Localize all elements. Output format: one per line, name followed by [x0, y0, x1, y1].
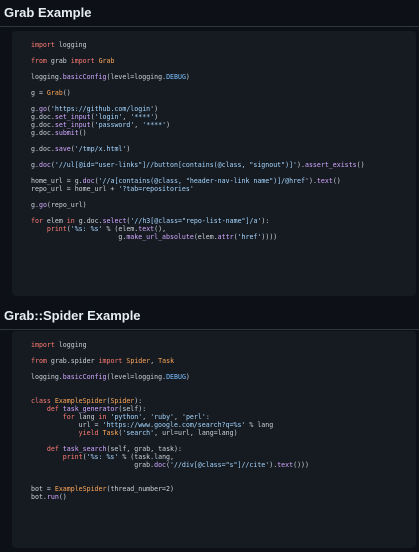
section-heading-grab-example: Grab Example	[0, 5, 419, 27]
code-grab-example: import logging​from grab import Grab​log…	[31, 41, 365, 241]
code-line: for lang in 'python', 'ruby', 'perl':	[62, 413, 210, 421]
section-title: Grab::Spider Example	[4, 308, 141, 323]
code-line: import logging	[31, 341, 87, 349]
code-line: ​	[31, 193, 365, 201]
code-line: ​	[31, 389, 309, 397]
code-line: g.doc('//ul[@id="user-links"]//button[co…	[31, 161, 365, 169]
section-title: Grab Example	[4, 5, 92, 20]
code-line: ​	[31, 81, 365, 89]
code-line: home_url = g.doc('//a[contains(@class, "…	[31, 177, 341, 185]
code-line: for elem in g.doc.select('//h3[@class="r…	[31, 217, 270, 225]
code-line: ​	[31, 381, 309, 389]
code-line: from grab.spider import Spider, Task	[31, 357, 175, 365]
code-line: def task_search(self, grab, task):	[46, 445, 182, 453]
code-line: print('%s: %s' % (task.lang,	[62, 453, 175, 461]
code-line: ​	[31, 137, 365, 145]
code-line: url = 'https://www.google.com/search?q=%…	[78, 421, 274, 429]
code-line: ​	[31, 469, 309, 477]
code-line: def task_generator(self):	[46, 405, 147, 413]
code-line: yield Task('search', url=url, lang=lang)	[78, 429, 238, 437]
code-line: print('%s: %s' % (elem.text(),	[46, 225, 167, 233]
code-line: bot.run()	[31, 493, 67, 501]
code-line: ​	[31, 169, 365, 177]
code-line: class ExampleSpider(Spider):	[31, 397, 143, 405]
code-line: bot = ExampleSpider(thread_number=2)	[31, 485, 174, 493]
code-line: g.doc.submit()	[31, 129, 87, 137]
code-grab-spider-example: import logging​from grab.spider import S…	[31, 341, 309, 501]
code-line: logging.basicConfig(level=logging.DEBUG)	[31, 373, 190, 381]
code-line: ​	[31, 349, 309, 357]
code-line: from grab import Grab	[31, 57, 115, 65]
code-line: ​	[31, 209, 365, 217]
code-line: g.doc.set_input('password', '****')	[31, 121, 171, 129]
code-line: ​	[31, 153, 365, 161]
code-line: g.make_url_absolute(elem.attr('href'))))	[118, 233, 278, 241]
code-line: ​	[31, 65, 365, 73]
code-line: g.doc.set_input('login', '****')	[31, 113, 159, 121]
code-line: ​	[31, 477, 309, 485]
code-line: repo_url = home_url + '?tab=repositories…	[31, 185, 194, 193]
code-line: grab.doc('//div[@class="s"]//cite').text…	[134, 461, 309, 469]
code-line: g.go('https://github.com/login')	[31, 105, 159, 113]
code-line: g = Grab()	[31, 89, 71, 97]
section-heading-grab-spider-example: Grab::Spider Example	[0, 308, 419, 330]
code-line: ​	[31, 437, 309, 445]
code-line: ​	[31, 97, 365, 105]
code-line: ​	[31, 49, 365, 57]
code-line: import logging	[31, 41, 87, 49]
code-line: g.go(repo_url)	[31, 201, 87, 209]
code-line: logging.basicConfig(level=logging.DEBUG)	[31, 73, 190, 81]
code-line: ​	[31, 365, 309, 373]
code-line: g.doc.save('/tmp/x.html')	[31, 145, 131, 153]
